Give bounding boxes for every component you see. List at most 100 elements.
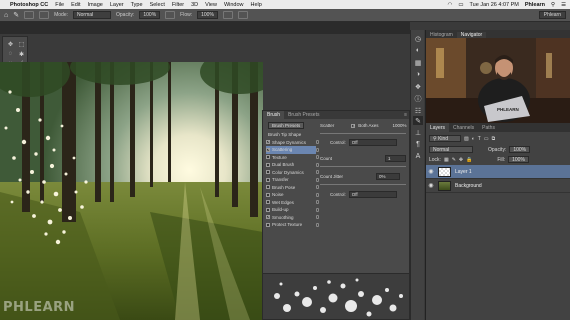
checkbox[interactable]: ✓ xyxy=(266,147,270,152)
layer-row-layer-1[interactable]: ◉ Layer 1 xyxy=(426,165,570,179)
checkbox[interactable] xyxy=(266,207,270,212)
lock-icon[interactable] xyxy=(316,177,319,182)
battery-icon[interactable]: ▭ xyxy=(458,2,463,8)
count-jitter-slider[interactable] xyxy=(320,184,406,185)
menu-type[interactable]: Type xyxy=(131,2,143,8)
blend-mode-select[interactable]: Normal xyxy=(429,146,473,153)
both-axes-checkbox[interactable]: ✓ xyxy=(351,123,356,128)
lock-icon[interactable] xyxy=(316,140,319,145)
brush-setting-protect-texture[interactable]: Protect Texture xyxy=(266,221,319,229)
properties-icon[interactable]: ☷ xyxy=(413,106,423,115)
brush-setting-transfer[interactable]: Transfer xyxy=(266,176,319,184)
brush-icon[interactable]: ✎ xyxy=(413,116,423,125)
notifications-icon[interactable]: ☰ xyxy=(561,2,566,8)
opacity-field[interactable]: 100% xyxy=(139,11,161,19)
brush-presets-button[interactable]: Brush Presets xyxy=(268,122,305,129)
brush-preset-picker[interactable] xyxy=(24,11,35,19)
visibility-eye-icon[interactable]: ◉ xyxy=(426,182,436,189)
pressure-size-icon[interactable] xyxy=(237,11,248,19)
visibility-eye-icon[interactable]: ◉ xyxy=(426,168,436,175)
control2-select[interactable]: Off xyxy=(348,191,397,198)
adjustments-icon[interactable]: ◑ xyxy=(413,70,423,79)
lock-all-icon[interactable]: 🔒 xyxy=(466,157,472,163)
count-field[interactable]: 1 xyxy=(385,155,406,162)
tab-paths[interactable]: Paths xyxy=(478,125,499,131)
history-icon[interactable]: ◷ xyxy=(413,34,423,43)
tab-brush[interactable]: Brush xyxy=(263,111,285,119)
scatter-value[interactable]: 1000% xyxy=(393,123,407,128)
brush-setting-brush-pose[interactable]: Brush Pose xyxy=(266,184,319,192)
menu-view[interactable]: View xyxy=(205,2,217,8)
checkbox[interactable]: ✓ xyxy=(266,140,270,145)
brush-setting-texture[interactable]: Texture xyxy=(266,154,319,162)
fill-field[interactable]: 100% xyxy=(508,156,529,163)
lasso-tool-icon[interactable]: ◌ xyxy=(6,50,15,58)
layer-opacity-field[interactable]: 100% xyxy=(509,146,531,153)
checkbox[interactable] xyxy=(266,200,270,205)
character-icon[interactable]: A xyxy=(413,152,423,161)
layer-name[interactable]: Background xyxy=(455,183,482,189)
swatches-icon[interactable]: ▦ xyxy=(413,58,423,67)
menu-help[interactable]: Help xyxy=(251,2,262,8)
checkbox[interactable] xyxy=(266,162,270,167)
spotlight-icon[interactable]: ⚲ xyxy=(551,2,555,8)
lock-icon[interactable] xyxy=(316,200,319,205)
control-select[interactable]: Off xyxy=(348,139,397,146)
brush-setting-color-dynamics[interactable]: Color Dynamics xyxy=(266,169,319,177)
kind-filter-select[interactable]: ⚲ Kind xyxy=(429,135,461,142)
canvas-forest-image[interactable] xyxy=(0,62,263,320)
checkbox[interactable] xyxy=(266,222,270,227)
checkbox[interactable] xyxy=(266,185,270,190)
lock-transparent-icon[interactable]: ▦ xyxy=(444,157,449,163)
menu-3d[interactable]: 3D xyxy=(191,2,198,8)
filter-type-icon[interactable]: T xyxy=(478,136,481,142)
lock-icon[interactable] xyxy=(316,147,319,152)
clone-source-icon[interactable]: ⊥ xyxy=(413,128,423,137)
checkbox[interactable] xyxy=(266,192,270,197)
lock-icon[interactable] xyxy=(316,192,319,197)
brush-setting-scattering[interactable]: ✓ Scattering xyxy=(266,146,319,154)
filter-pixel-icon[interactable]: ▨ xyxy=(464,136,469,142)
user-menu[interactable]: Phlearn xyxy=(525,2,545,8)
paragraph-icon[interactable]: ¶ xyxy=(413,140,423,149)
marquee-tool-icon[interactable]: ⬚ xyxy=(17,40,26,48)
tab-brush-presets[interactable]: Brush Presets xyxy=(284,111,323,119)
menu-select[interactable]: Select xyxy=(150,2,165,8)
color-icon[interactable]: ◐ xyxy=(413,46,423,55)
lock-icon[interactable] xyxy=(316,185,319,190)
menu-file[interactable]: File xyxy=(55,2,64,8)
flow-field[interactable]: 100% xyxy=(197,11,218,19)
menu-edit[interactable]: Edit xyxy=(71,2,80,8)
brush-setting-noise[interactable]: Noise xyxy=(266,191,319,199)
lock-icon[interactable] xyxy=(316,162,319,167)
clock[interactable]: Tue Jan 26 4:07 PM xyxy=(470,2,519,8)
lock-icon[interactable] xyxy=(316,222,319,227)
brush-panel-toggle-icon[interactable] xyxy=(39,11,50,19)
tab-layers[interactable]: Layers xyxy=(426,123,450,132)
menu-filter[interactable]: Filter xyxy=(172,2,184,8)
home-icon[interactable]: ⌂ xyxy=(4,12,8,19)
airbrush-icon[interactable] xyxy=(222,11,233,19)
styles-icon[interactable]: ❖ xyxy=(413,82,423,91)
checkbox[interactable] xyxy=(266,155,270,160)
lock-image-icon[interactable]: ✎ xyxy=(452,157,456,163)
wifi-icon[interactable]: ◠ xyxy=(448,2,453,8)
checkbox[interactable]: ✓ xyxy=(266,215,270,220)
info-icon[interactable]: ⓘ xyxy=(413,94,423,103)
workspace-select[interactable]: Phlearn xyxy=(538,11,566,19)
lock-icon[interactable] xyxy=(316,215,319,220)
pressure-opacity-icon[interactable] xyxy=(165,11,176,19)
brush-setting-wet-edges[interactable]: Wet Edges xyxy=(266,199,319,207)
brush-tool-icon[interactable]: ✎ xyxy=(13,11,19,19)
tab-channels[interactable]: Channels xyxy=(449,125,478,131)
move-tool-icon[interactable]: ✥ xyxy=(6,40,15,48)
brush-setting-build-up[interactable]: Build-up xyxy=(266,206,319,214)
lock-icon[interactable] xyxy=(316,170,319,175)
count-slider[interactable] xyxy=(320,166,406,167)
menu-image[interactable]: Image xyxy=(88,2,103,8)
count-jitter-field[interactable]: 0% xyxy=(376,173,401,180)
filter-shape-icon[interactable]: ▭ xyxy=(484,136,489,142)
checkbox[interactable] xyxy=(266,170,270,175)
scatter-slider[interactable] xyxy=(320,133,406,134)
brush-setting-shape-dynamics[interactable]: ✓ Shape Dynamics xyxy=(266,139,319,147)
